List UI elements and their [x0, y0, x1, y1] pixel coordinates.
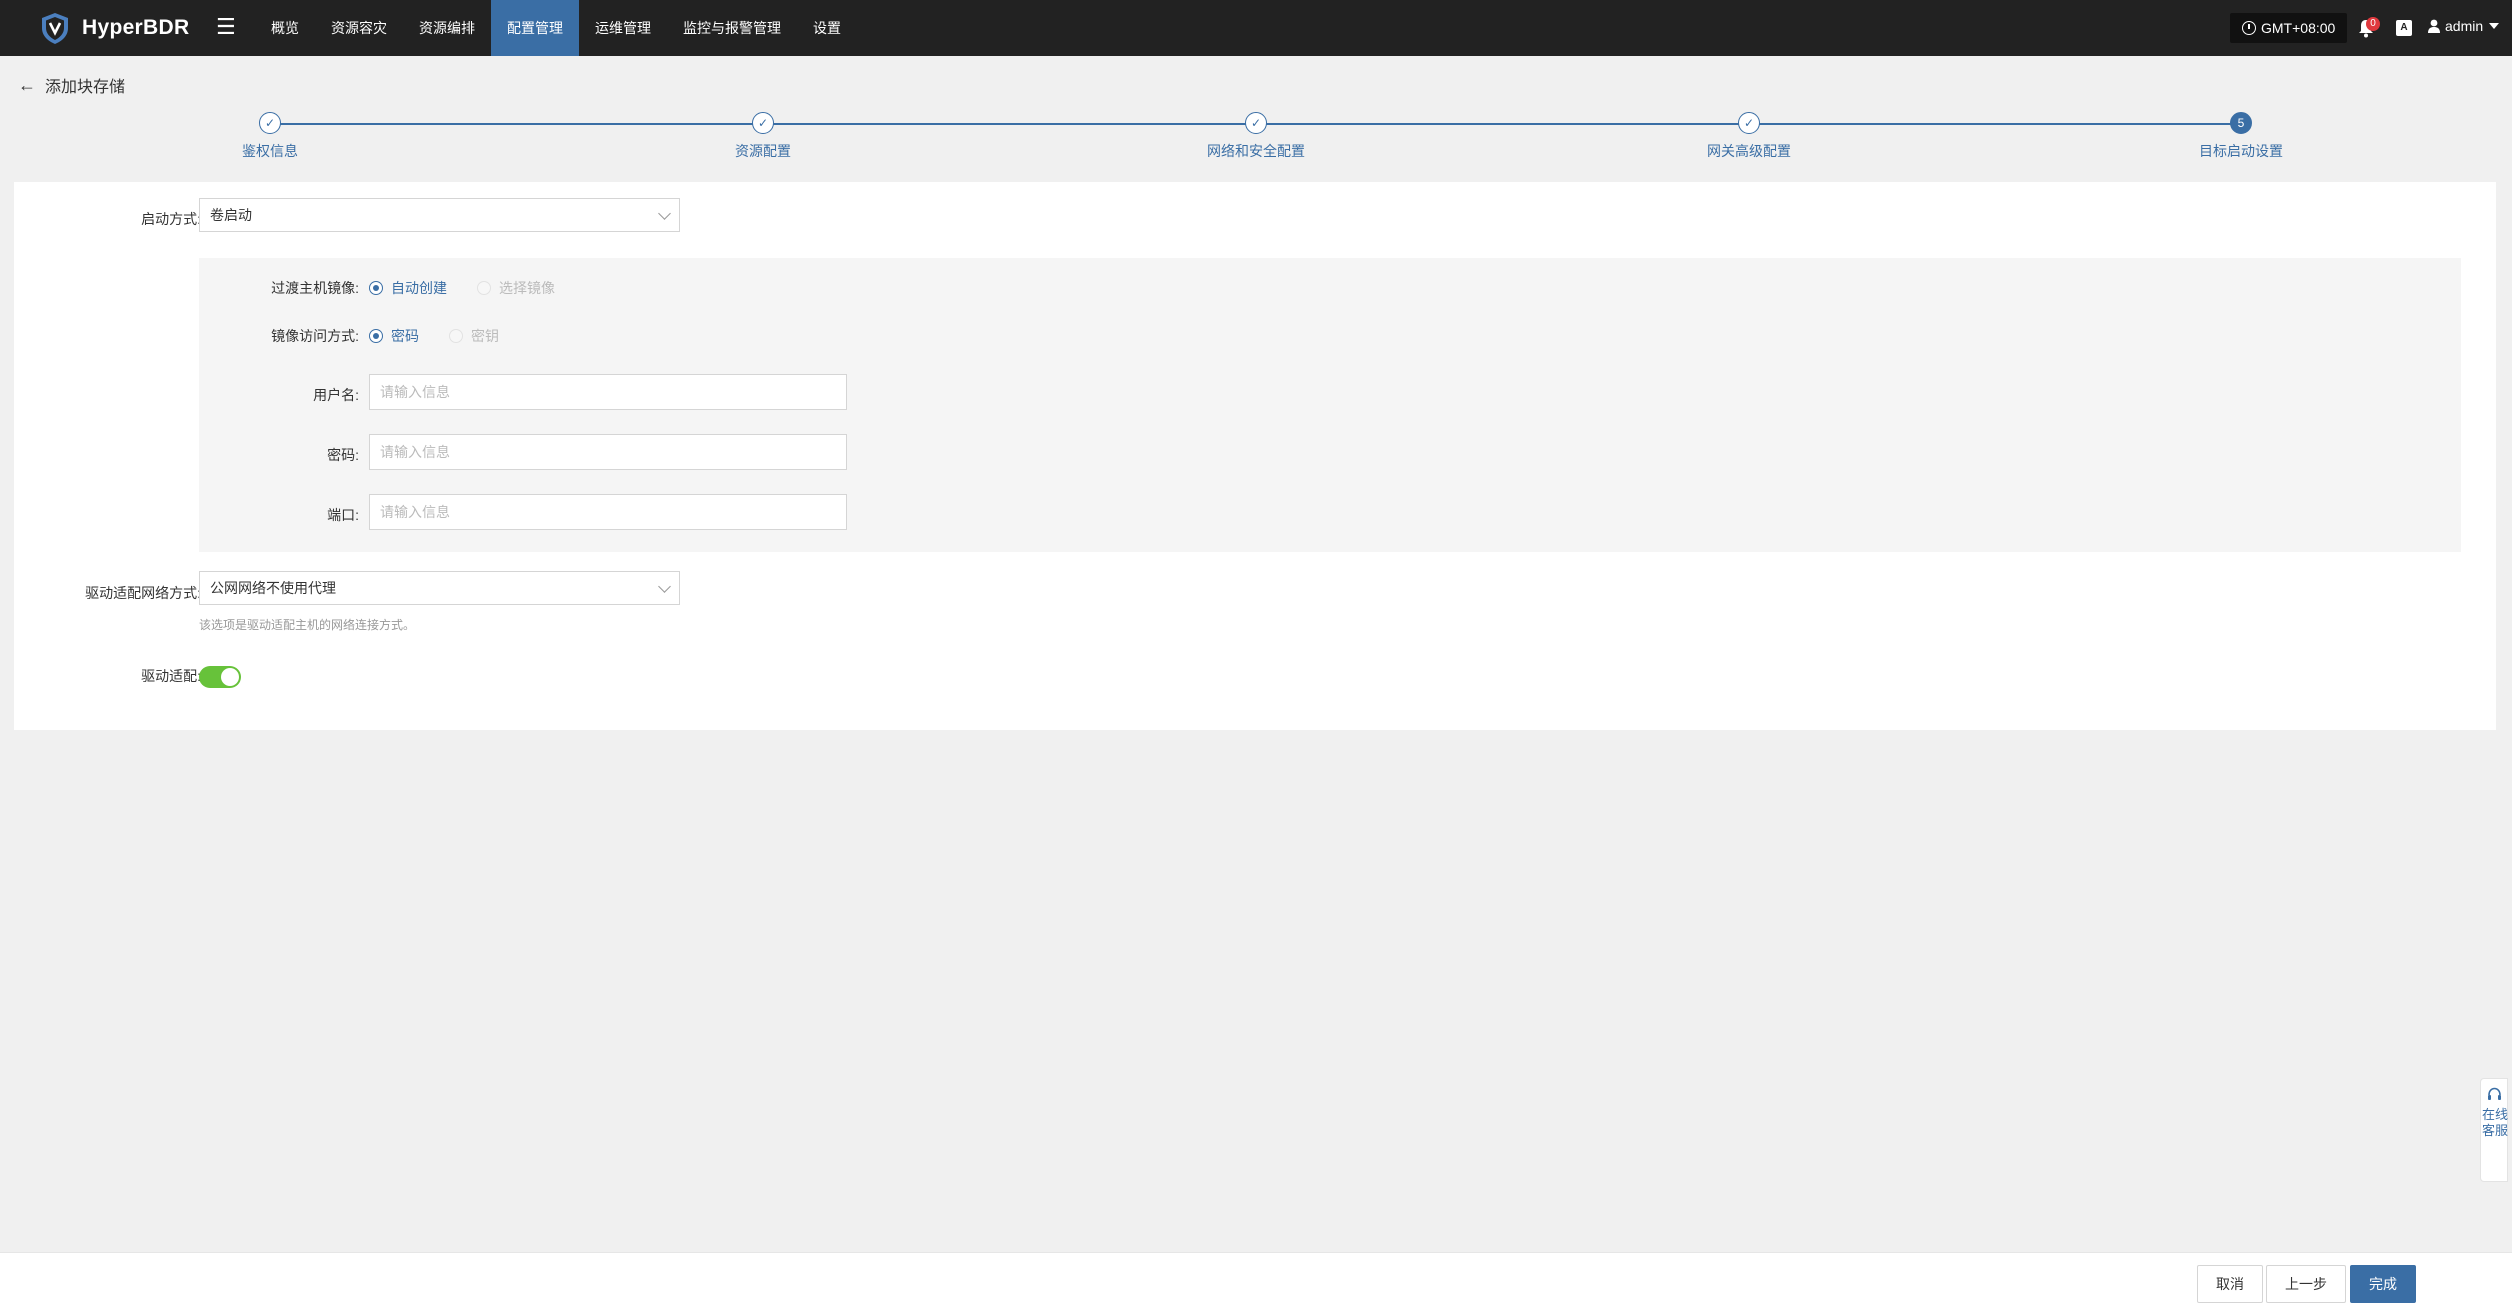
step-5-number: 5	[2230, 112, 2252, 134]
radio-auto-create[interactable]: 自动创建	[369, 278, 447, 298]
chevron-down-icon	[658, 580, 671, 593]
shield-logo-icon	[42, 13, 68, 44]
menu-toggle-icon[interactable]: ☰	[216, 15, 236, 39]
radio-auto-create-label: 自动创建	[391, 280, 447, 296]
wizard-steps: ✓ ✓ ✓ ✓ 5 鉴权信息 资源配置 网络和安全配置 网关高级配置 目标启动设…	[0, 110, 2512, 160]
driver-network-value: 公网网络不使用代理	[210, 580, 336, 596]
nav-item-overview[interactable]: 概览	[255, 0, 315, 56]
step-connector	[270, 123, 763, 125]
transition-image-label: 过渡主机镜像:	[271, 280, 359, 296]
step-connector	[1749, 123, 2241, 125]
radio-password[interactable]: 密码	[369, 326, 419, 346]
radio-password-label: 密码	[391, 328, 419, 344]
radio-checked-icon	[369, 281, 383, 295]
online-support-label: 在线客服	[2481, 1107, 2508, 1138]
driver-adapt-toggle[interactable]	[199, 666, 241, 688]
timezone-button[interactable]: GMT+08:00	[2230, 13, 2348, 43]
step-2-check-icon: ✓	[752, 112, 774, 134]
port-label: 端口:	[327, 507, 359, 523]
radio-key-label: 密钥	[471, 328, 499, 344]
step-connector	[763, 123, 1256, 125]
step-label-gateway-advanced: 网关高级配置	[1707, 143, 1791, 159]
clock-icon	[2242, 21, 2256, 35]
nav-item-resource-dr[interactable]: 资源容灾	[315, 0, 403, 56]
notification-badge: 0	[2366, 17, 2380, 31]
driver-adapt-label: 驱动适配:	[141, 668, 201, 684]
step-label-resource: 资源配置	[735, 143, 791, 159]
user-icon	[2428, 19, 2440, 33]
page-title: 添加块存储	[45, 79, 126, 96]
nav-item-resource-orchestration[interactable]: 资源编排	[403, 0, 491, 56]
step-label-network-security: 网络和安全配置	[1207, 143, 1305, 159]
password-input[interactable]	[369, 434, 847, 470]
username-label: 用户名:	[313, 387, 359, 403]
back-link[interactable]: ← 添加块存储	[18, 73, 125, 97]
boot-mode-label: 启动方式:	[141, 211, 201, 227]
transition-image-radio-group: 自动创建 选择镜像	[369, 278, 585, 298]
step-connector	[1256, 123, 1749, 125]
user-name: admin	[2445, 18, 2484, 34]
online-support-widget[interactable]: 在线客服	[2480, 1078, 2508, 1182]
password-label: 密码:	[327, 447, 359, 463]
boot-mode-select[interactable]: 卷启动	[199, 198, 680, 232]
nav-item-settings[interactable]: 设置	[797, 0, 857, 56]
nav-item-config-management[interactable]: 配置管理	[491, 0, 579, 56]
form-card: 启动方式: 卷启动 过渡主机镜像: 自动创建 选择镜像 镜像访问方式: 密码 密	[14, 182, 2496, 730]
step-label-target-boot: 目标启动设置	[2199, 143, 2283, 159]
cancel-button[interactable]: 取消	[2197, 1265, 2263, 1303]
timezone-label: GMT+08:00	[2261, 20, 2336, 36]
username-input[interactable]	[369, 374, 847, 410]
arrow-left-icon: ←	[18, 75, 36, 95]
driver-network-label: 驱动适配网络方式:	[85, 585, 201, 601]
finish-button[interactable]: 完成	[2350, 1265, 2416, 1303]
step-1-check-icon: ✓	[259, 112, 281, 134]
main-nav: 概览 资源容灾 资源编排 配置管理 运维管理 监控与报警管理 设置	[255, 0, 857, 56]
top-nav-bar: HyperBDR ☰ 概览 资源容灾 资源编排 配置管理 运维管理 监控与报警管…	[0, 0, 2512, 56]
toggle-knob	[221, 668, 239, 686]
chevron-down-icon	[2489, 23, 2500, 29]
driver-network-select[interactable]: 公网网络不使用代理	[199, 571, 680, 605]
app-name: HyperBDR	[82, 16, 190, 39]
radio-key[interactable]: 密钥	[449, 326, 499, 346]
nav-item-monitoring-alerts[interactable]: 监控与报警管理	[667, 0, 797, 56]
radio-select-image[interactable]: 选择镜像	[477, 278, 555, 298]
nav-item-ops-management[interactable]: 运维管理	[579, 0, 667, 56]
port-input[interactable]	[369, 494, 847, 530]
wizard-footer: 取消 上一步 完成	[0, 1252, 2512, 1315]
image-access-radio-group: 密码 密钥	[369, 326, 529, 346]
headset-icon	[2488, 1087, 2501, 1100]
radio-unchecked-icon	[449, 329, 463, 343]
chevron-down-icon	[658, 207, 671, 220]
boot-mode-value: 卷启动	[210, 207, 252, 223]
radio-checked-icon	[369, 329, 383, 343]
step-3-check-icon: ✓	[1245, 112, 1267, 134]
user-menu[interactable]: admin	[2428, 18, 2500, 34]
image-access-label: 镜像访问方式:	[271, 328, 359, 344]
app-logo[interactable]: HyperBDR	[38, 12, 189, 44]
boot-config-panel: 过渡主机镜像: 自动创建 选择镜像 镜像访问方式: 密码 密钥 用户名: 请输入…	[199, 258, 2461, 552]
driver-network-hint: 该选项是驱动适配主机的网络连接方式。	[199, 618, 416, 632]
step-label-auth: 鉴权信息	[242, 143, 298, 159]
radio-unchecked-icon	[477, 281, 491, 295]
radio-select-image-label: 选择镜像	[499, 280, 555, 296]
language-icon[interactable]: A	[2396, 20, 2412, 36]
previous-step-button[interactable]: 上一步	[2266, 1265, 2346, 1303]
step-4-check-icon: ✓	[1738, 112, 1760, 134]
